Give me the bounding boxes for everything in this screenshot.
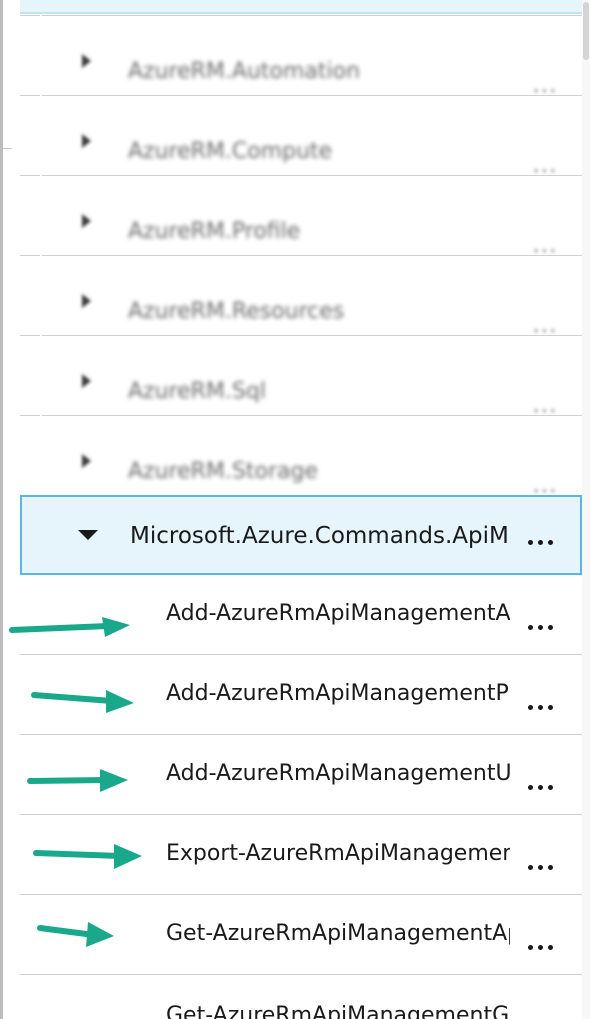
command-name: Get-AzureRmApiManagementApi xyxy=(166,921,510,946)
command-name: Export-AzureRmApiManagementApi xyxy=(166,841,510,866)
more-options-button[interactable] xyxy=(520,612,560,642)
caret-right-icon[interactable] xyxy=(82,54,91,68)
module-row-expanded[interactable]: Microsoft.Azure.Commands.ApiManagement xyxy=(20,495,582,575)
command-row[interactable]: Get-AzureRmApiManagementGroup xyxy=(20,975,582,1019)
command-name: Get-AzureRmApiManagementGroup xyxy=(166,1003,510,1019)
ellipsis-icon xyxy=(527,624,533,630)
module-row[interactable]: AzureRM.Compute ... xyxy=(20,95,582,177)
divider xyxy=(42,255,582,256)
arrow-right-icon xyxy=(37,922,114,947)
selected-row-partial[interactable] xyxy=(20,0,582,14)
caret-right-icon[interactable] xyxy=(82,454,91,468)
more-options-button[interactable] xyxy=(520,852,560,882)
module-row[interactable]: AzureRM.Storage ... xyxy=(20,415,582,497)
caret-right-icon[interactable] xyxy=(82,214,91,228)
arrow-right-icon xyxy=(9,617,130,637)
arrow-right-icon xyxy=(33,844,142,869)
divider xyxy=(42,175,582,176)
caret-right-icon[interactable] xyxy=(82,134,91,148)
ellipsis-icon xyxy=(527,784,533,790)
divider xyxy=(20,95,40,96)
module-name: Microsoft.Azure.Commands.ApiManagement xyxy=(130,523,510,549)
command-name: Add-AzureRmApiManagementApiToProduct xyxy=(166,601,510,626)
ellipsis-icon[interactable]: ... xyxy=(533,473,558,497)
ellipsis-icon[interactable]: ... xyxy=(533,73,558,97)
module-name: AzureRM.Automation xyxy=(128,59,361,84)
caret-right-icon[interactable] xyxy=(82,374,91,388)
ellipsis-icon[interactable]: ... xyxy=(533,393,558,417)
ellipsis-icon[interactable]: ... xyxy=(533,153,558,177)
scrollbar-thumb[interactable] xyxy=(583,2,589,60)
divider xyxy=(20,255,40,256)
more-options-button[interactable] xyxy=(520,527,560,557)
arrow-right-icon xyxy=(27,769,128,792)
divider xyxy=(20,335,40,336)
module-row[interactable]: AzureRM.Sql ... xyxy=(20,335,582,417)
divider xyxy=(42,15,582,16)
ellipsis-icon xyxy=(527,864,533,870)
ellipsis-icon[interactable]: ... xyxy=(533,233,558,257)
divider xyxy=(20,175,40,176)
ellipsis-icon[interactable]: ... xyxy=(533,313,558,337)
scrollbar[interactable] xyxy=(582,0,590,1019)
panel-left-border xyxy=(0,0,3,1019)
module-name: AzureRM.Resources xyxy=(128,299,345,324)
caret-down-icon[interactable] xyxy=(78,530,98,540)
module-name: AzureRM.Compute xyxy=(128,139,333,164)
divider xyxy=(42,335,582,336)
module-row[interactable]: AzureRM.Profile ... xyxy=(20,175,582,257)
module-row[interactable]: AzureRM.Automation ... xyxy=(20,15,582,97)
ellipsis-icon xyxy=(527,704,533,710)
command-name: Add-AzureRmApiManagementUserToGroup xyxy=(166,761,510,786)
more-options-button[interactable] xyxy=(520,932,560,962)
divider xyxy=(20,415,40,416)
ellipsis-icon xyxy=(527,944,533,950)
more-options-button[interactable] xyxy=(520,772,560,802)
more-options-button[interactable] xyxy=(520,692,560,722)
divider xyxy=(42,415,582,416)
module-row[interactable]: AzureRM.Resources ... xyxy=(20,255,582,337)
divider xyxy=(42,95,582,96)
caret-right-icon[interactable] xyxy=(82,294,91,308)
ellipsis-icon xyxy=(527,539,533,545)
divider xyxy=(20,15,40,16)
module-name: AzureRM.Storage xyxy=(128,459,318,484)
module-name: AzureRM.Sql xyxy=(128,379,266,404)
command-name: Add-AzureRmApiManagementProductToGroup xyxy=(166,681,510,706)
module-name: AzureRM.Profile xyxy=(128,219,301,244)
divider xyxy=(3,148,12,149)
arrow-right-icon xyxy=(31,690,134,713)
